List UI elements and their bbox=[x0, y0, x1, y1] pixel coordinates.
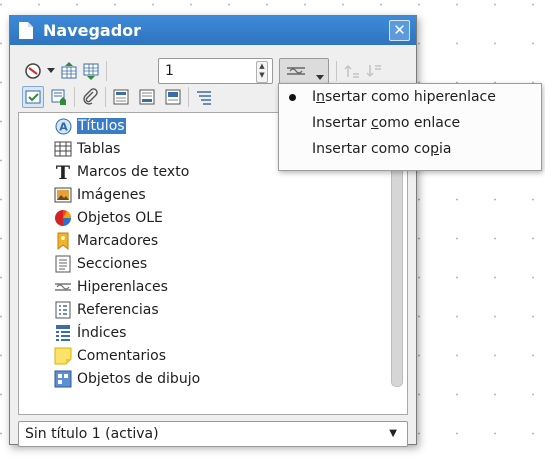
header-icon[interactable] bbox=[110, 86, 132, 108]
insert-icon[interactable] bbox=[48, 86, 70, 108]
tree-item-label: Marcos de texto bbox=[77, 164, 190, 180]
document-select-value: Sin título 1 (activa) bbox=[25, 426, 159, 442]
tree-item-dibujo[interactable]: Objetos de dibujo bbox=[54, 368, 200, 390]
spin-arrows[interactable]: ▲ ▼ bbox=[256, 61, 268, 83]
tree-item-label: Comentarios bbox=[77, 348, 167, 364]
svg-text:T: T bbox=[56, 163, 70, 181]
separator bbox=[106, 61, 107, 81]
tree-item-tablas[interactable]: Tablas bbox=[54, 138, 120, 160]
tree-item-label: Objetos OLE bbox=[77, 210, 163, 226]
table-icon bbox=[54, 140, 72, 158]
index-icon bbox=[54, 324, 72, 342]
next-element-icon[interactable] bbox=[80, 60, 102, 82]
drag-mode-dropdown[interactable] bbox=[279, 58, 329, 84]
hyperlink-drag-icon bbox=[286, 65, 306, 81]
page-number-value: 1 bbox=[165, 63, 174, 79]
navigator-window: Navegador ✕ 1 ▲ ▼ A Títulos Tablas T Mar… bbox=[9, 15, 417, 447]
tree-item-ole[interactable]: Objetos OLE bbox=[54, 207, 163, 229]
toolbar-row-2 bbox=[22, 86, 215, 108]
separator bbox=[188, 87, 189, 107]
separator bbox=[105, 87, 106, 107]
svg-text:A: A bbox=[59, 120, 68, 133]
tree-item-label: Imágenes bbox=[77, 187, 146, 203]
menu-item-insert-copy[interactable]: Insertar como copia bbox=[312, 141, 451, 157]
page-number-spinner[interactable]: 1 ▲ ▼ bbox=[158, 58, 273, 84]
demote-level-icon[interactable] bbox=[363, 60, 385, 82]
tree-item-indices[interactable]: Índices bbox=[54, 322, 126, 344]
tree-item-label: Objetos de dibujo bbox=[77, 371, 201, 387]
window-title: Navegador bbox=[43, 21, 142, 40]
previous-element-icon[interactable] bbox=[58, 60, 80, 82]
bookmark-icon bbox=[54, 232, 72, 250]
anchor-icon[interactable] bbox=[162, 86, 184, 108]
tree-item-label: Títulos bbox=[77, 118, 126, 134]
tree-item-marcos[interactable]: T Marcos de texto bbox=[54, 161, 189, 183]
tree-item-titulos[interactable]: A Títulos bbox=[54, 115, 126, 137]
tree-item-marcadores[interactable]: Marcadores bbox=[54, 230, 158, 252]
tree-item-label: Tablas bbox=[77, 141, 121, 157]
close-button[interactable]: ✕ bbox=[389, 20, 410, 41]
toolbar-row-1b bbox=[332, 60, 385, 82]
tree-item-label: Secciones bbox=[77, 256, 148, 272]
document-icon bbox=[18, 21, 34, 44]
document-select[interactable]: Sin título 1 (activa) ▼ bbox=[18, 421, 408, 447]
menu-item-insert-hyperlink[interactable]: Insertar como hiperenlace bbox=[312, 89, 496, 105]
headings-icon: A bbox=[54, 117, 72, 135]
toolbar-row-1 bbox=[22, 60, 111, 82]
text-frame-icon: T bbox=[54, 163, 72, 181]
chevron-down-icon[interactable] bbox=[44, 60, 58, 82]
drag-mode-menu: Insertar como hiperenlace Insertar como … bbox=[278, 83, 542, 171]
tree-item-referencias[interactable]: Referencias bbox=[54, 299, 159, 321]
title-bar[interactable]: Navegador ✕ bbox=[10, 16, 416, 45]
separator bbox=[336, 61, 337, 81]
tree-item-hiperenlaces[interactable]: Hiperenlaces bbox=[54, 276, 168, 298]
image-icon bbox=[54, 186, 72, 204]
tree-item-label: Hiperenlaces bbox=[77, 279, 168, 295]
tree-item-label: Marcadores bbox=[77, 233, 159, 249]
selected-bullet-icon bbox=[289, 94, 296, 101]
promote-level-icon[interactable] bbox=[341, 60, 363, 82]
tree-item-imagenes[interactable]: Imágenes bbox=[54, 184, 146, 206]
tree-item-comentarios[interactable]: Comentarios bbox=[54, 345, 166, 367]
ole-object-icon bbox=[54, 209, 72, 227]
separator bbox=[74, 87, 75, 107]
footer-icon[interactable] bbox=[136, 86, 158, 108]
tree-item-secciones[interactable]: Secciones bbox=[54, 253, 147, 275]
tree-item-label: Índices bbox=[77, 325, 127, 341]
heading-levels-icon[interactable] bbox=[193, 86, 215, 108]
drawing-object-icon bbox=[54, 370, 72, 388]
section-icon bbox=[54, 255, 72, 273]
navigation-icon[interactable] bbox=[22, 60, 44, 82]
toggle-content-icon[interactable] bbox=[22, 86, 44, 108]
tree-item-label: Referencias bbox=[77, 302, 159, 318]
comment-icon bbox=[54, 347, 72, 365]
chevron-down-icon: ▼ bbox=[389, 428, 397, 439]
paperclip-icon[interactable] bbox=[79, 86, 101, 108]
menu-item-insert-link[interactable]: Insertar como enlace bbox=[312, 115, 460, 131]
hyperlink-icon bbox=[54, 278, 72, 296]
reference-icon bbox=[54, 301, 72, 319]
